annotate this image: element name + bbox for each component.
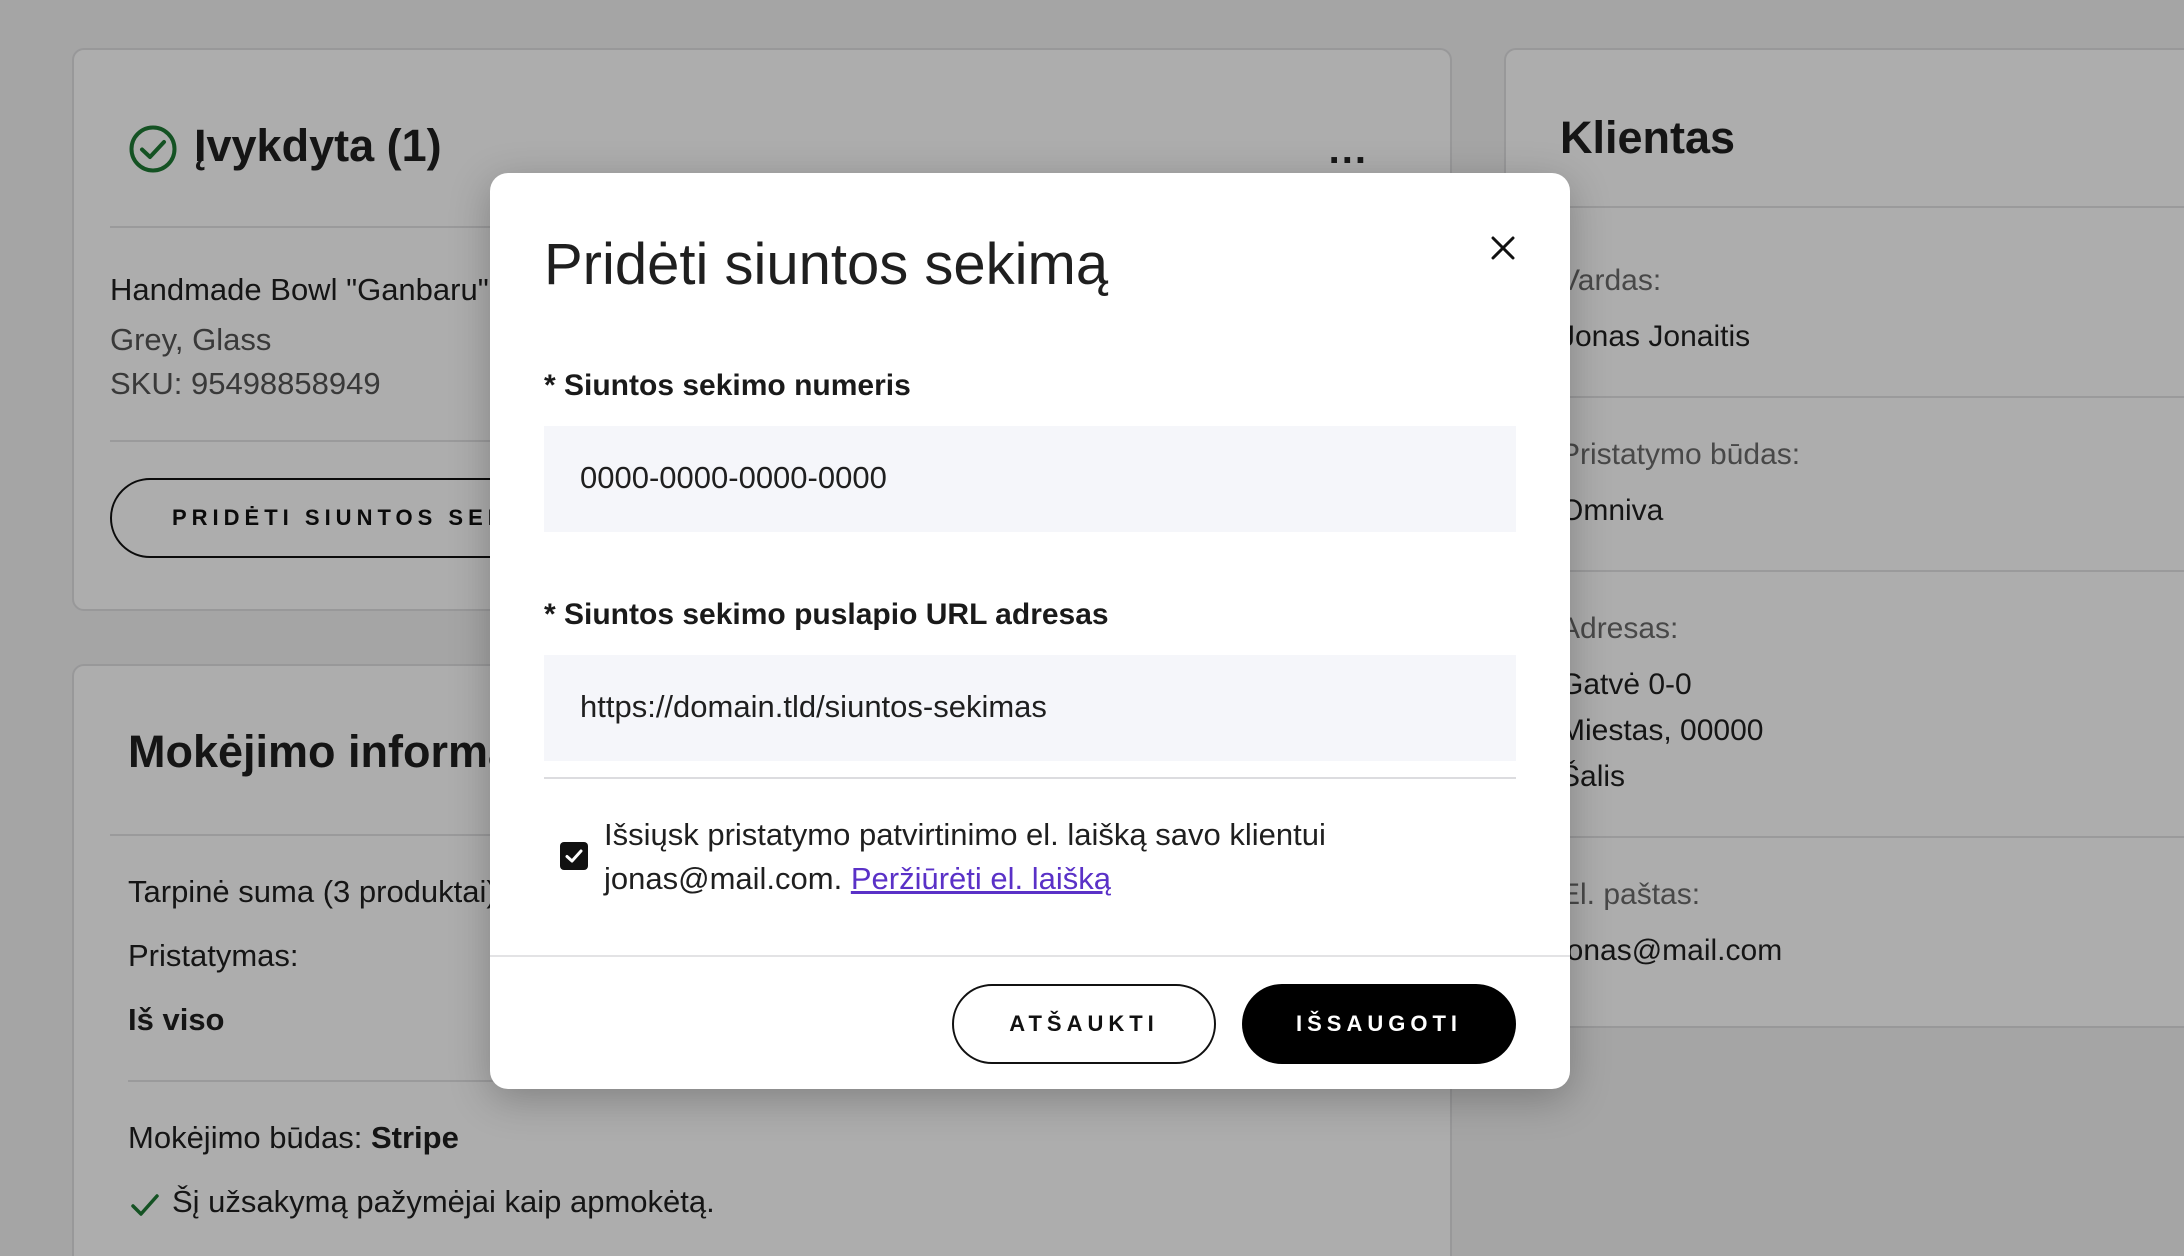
add-tracking-modal: Pridėti siuntos sekimą * Siuntos sekimo … — [490, 173, 1570, 1089]
close-button[interactable] — [1478, 223, 1528, 273]
save-button[interactable]: IŠSAUGOTI — [1242, 984, 1516, 1064]
close-icon — [1491, 236, 1515, 260]
tracking-number-label: * Siuntos sekimo numeris — [544, 369, 911, 402]
tracking-number-input[interactable] — [544, 426, 1516, 532]
cancel-button[interactable]: ATŠAUKTI — [952, 984, 1216, 1064]
checkmark-icon — [565, 849, 583, 863]
tracking-url-label: * Siuntos sekimo puslapio URL adresas — [544, 598, 1109, 631]
modal-footer-divider — [490, 955, 1570, 957]
tracking-url-input[interactable] — [544, 655, 1516, 761]
notify-customer-checkbox[interactable] — [560, 842, 588, 870]
divider — [544, 777, 1516, 779]
preview-email-link[interactable]: Peržiūrėti el. laišką — [851, 861, 1111, 896]
notify-customer-text: Išsiųsk pristatymo patvirtinimo el. laiš… — [604, 813, 1504, 901]
modal-title: Pridėti siuntos sekimą — [544, 232, 1109, 297]
